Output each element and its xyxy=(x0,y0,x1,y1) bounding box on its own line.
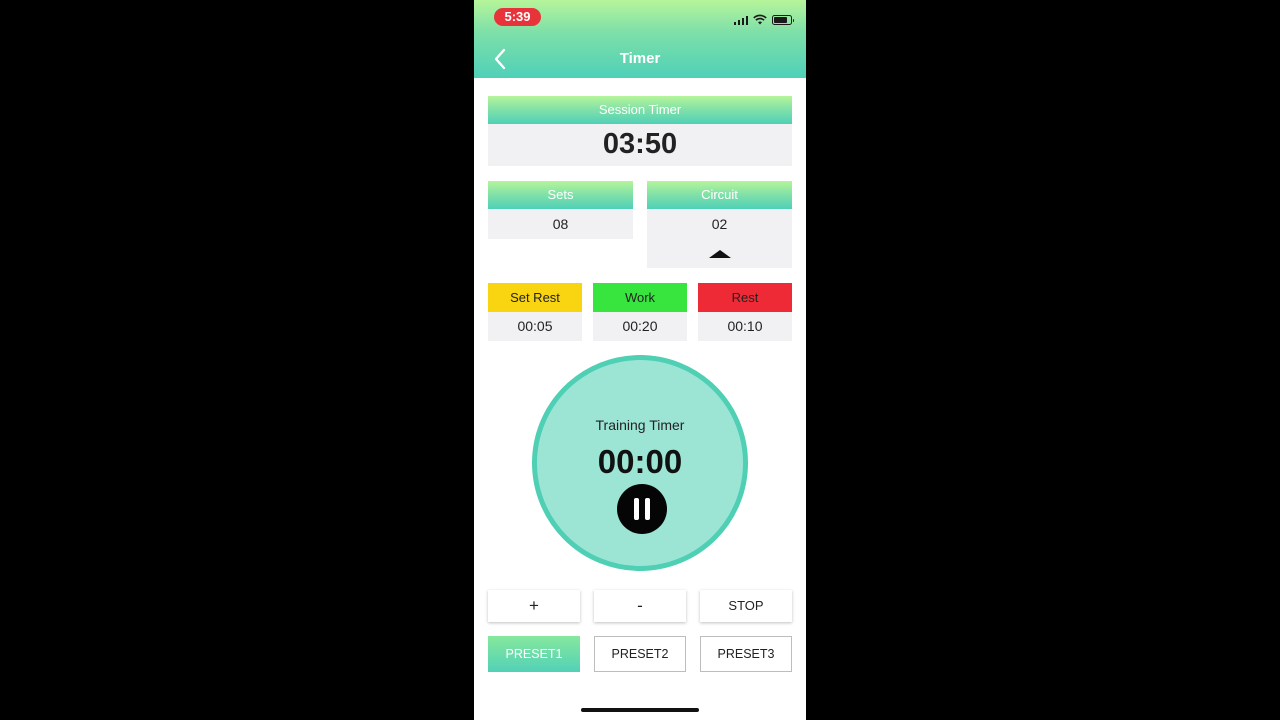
sets-value: 08 xyxy=(552,216,569,232)
cellular-signal-icon xyxy=(733,15,748,25)
work-tile[interactable]: Work 00:20 xyxy=(593,283,687,341)
page-title: Timer xyxy=(619,50,661,67)
set-rest-label: Set Rest xyxy=(488,283,582,312)
pause-button[interactable] xyxy=(617,484,667,534)
circuit-value: 02 xyxy=(711,216,728,232)
preset3-button[interactable]: PRESET3 xyxy=(700,636,792,672)
training-timer-value: 00:00 xyxy=(597,443,683,480)
pause-icon xyxy=(634,498,639,520)
stop-button[interactable]: STOP xyxy=(700,590,792,622)
training-timer-label: Training Timer xyxy=(595,417,685,433)
sets-label: Sets xyxy=(488,181,633,209)
preset2-button[interactable]: PRESET2 xyxy=(594,636,686,672)
caret-up-icon[interactable] xyxy=(709,250,731,258)
rest-tile[interactable]: Rest 00:10 xyxy=(698,283,792,341)
set-rest-tile[interactable]: Set Rest 00:05 xyxy=(488,283,582,341)
session-timer-card: Session Timer 03:50 xyxy=(488,96,792,166)
status-icons xyxy=(733,13,794,25)
rest-value: 00:10 xyxy=(727,318,763,334)
decrease-button[interactable]: - xyxy=(594,590,686,622)
work-label: Work xyxy=(593,283,687,312)
app-header: 5:39 Timer xyxy=(474,0,806,78)
status-time: 5:39 xyxy=(494,8,541,26)
circuit-label: Circuit xyxy=(647,181,792,209)
rest-label: Rest xyxy=(698,283,792,312)
pause-icon-bar xyxy=(645,498,650,520)
sets-card[interactable]: Sets 08 xyxy=(488,181,633,239)
preset1-button[interactable]: PRESET1 xyxy=(488,636,580,672)
circuit-card[interactable]: Circuit 02 xyxy=(647,181,792,268)
home-indicator[interactable] xyxy=(581,708,699,712)
work-value: 00:20 xyxy=(622,318,658,334)
set-rest-value: 00:05 xyxy=(517,318,553,334)
wifi-icon xyxy=(753,14,767,25)
increase-button[interactable]: + xyxy=(488,590,580,622)
training-timer-circle: Training Timer 00:00 xyxy=(532,355,748,571)
session-timer-value: 03:50 xyxy=(602,128,678,160)
phone-screen: 5:39 Timer Session Timer 03:50 Sets 08 C… xyxy=(474,0,806,720)
battery-icon xyxy=(772,15,794,25)
session-timer-label: Session Timer xyxy=(488,96,792,124)
